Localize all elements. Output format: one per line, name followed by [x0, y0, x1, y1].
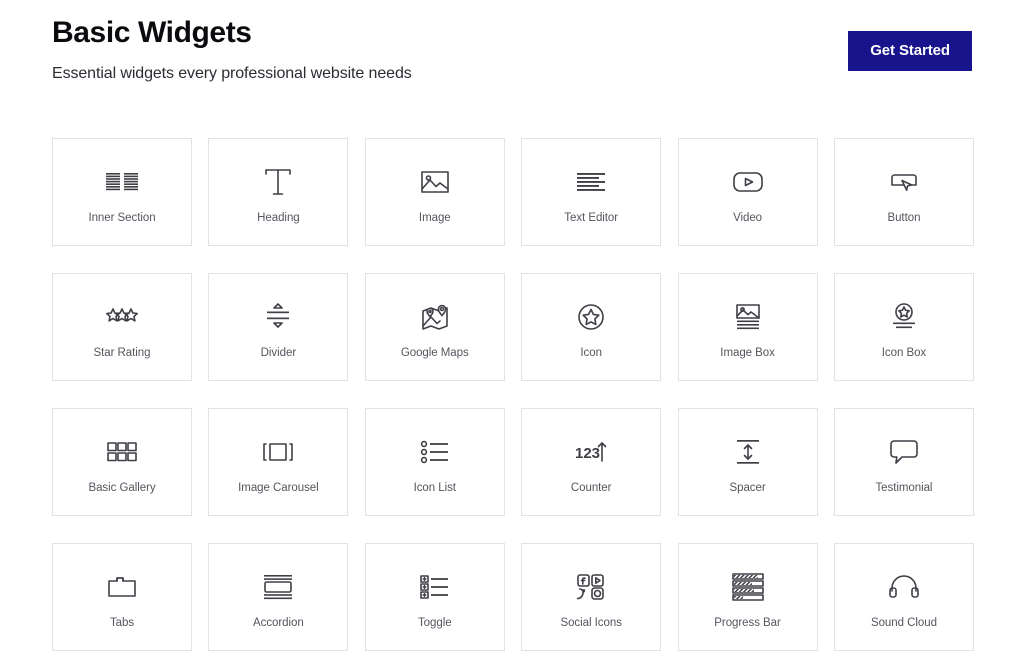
widget-card-label: Inner Section: [88, 212, 156, 224]
icon-list-icon: [413, 435, 457, 469]
widget-card-label: Star Rating: [93, 347, 151, 359]
widget-card-sound-cloud[interactable]: Sound Cloud: [833, 543, 974, 651]
divider-icon: [256, 300, 300, 334]
widget-card-inner-section[interactable]: Inner Section: [52, 138, 192, 246]
star-rating-icon: [100, 300, 144, 334]
widget-card-label: Progress Bar: [714, 617, 781, 629]
widget-card-accordion[interactable]: Accordion: [208, 543, 349, 651]
google-maps-icon: [413, 300, 457, 334]
widget-card-label: Icon List: [413, 482, 456, 494]
widget-gallery-page: Basic Widgets Essential widgets every pr…: [0, 0, 1024, 670]
widget-card-label: Tabs: [109, 617, 135, 629]
widget-card-heading[interactable]: Heading: [208, 138, 349, 246]
basic-gallery-icon: [100, 435, 144, 469]
widget-card-label: Testimonial: [875, 482, 933, 494]
widget-card-tabs[interactable]: Tabs: [52, 543, 192, 651]
widget-card-video[interactable]: Video: [677, 138, 818, 246]
widget-card-testimonial[interactable]: Testimonial: [833, 408, 974, 516]
widget-card-label: Image Carousel: [238, 482, 319, 494]
page-header: Basic Widgets Essential widgets every pr…: [52, 14, 972, 100]
video-icon: [726, 165, 770, 199]
widget-card-label: Icon Box: [881, 347, 927, 359]
widget-card-progress-bar[interactable]: Progress Bar: [677, 543, 818, 651]
widget-card-icon-box[interactable]: Icon Box: [833, 273, 974, 381]
widget-card-label: Social Icons: [560, 617, 622, 629]
widget-card-label: Counter: [570, 482, 612, 494]
inner-section-icon: [100, 165, 144, 199]
widget-card-label: Button: [887, 212, 921, 224]
page-subtitle: Essential widgets every professional web…: [52, 64, 412, 82]
widget-grid: Inner Section Heading Image Text Editor …: [52, 138, 974, 651]
widget-card-divider[interactable]: Divider: [208, 273, 349, 381]
widget-card-label: Toggle: [417, 617, 452, 629]
social-icons-icon: [569, 570, 613, 604]
svg-text:123: 123: [575, 445, 600, 462]
widget-card-button[interactable]: Button: [833, 138, 974, 246]
progress-bar-icon: [726, 570, 770, 604]
widget-card-image[interactable]: Image: [364, 138, 505, 246]
image-box-icon: [726, 300, 770, 334]
page-title: Basic Widgets: [52, 16, 252, 49]
widget-card-image-box[interactable]: Image Box: [677, 273, 818, 381]
icon-star-circle-icon: [569, 300, 613, 334]
widget-card-spacer[interactable]: Spacer: [677, 408, 818, 516]
button-icon: [882, 165, 926, 199]
heading-icon: [256, 165, 300, 199]
widget-card-icon[interactable]: Icon: [521, 273, 662, 381]
widget-card-label: Basic Gallery: [88, 482, 156, 494]
widget-card-google-maps[interactable]: Google Maps: [364, 273, 505, 381]
widget-card-icon-list[interactable]: Icon List: [364, 408, 505, 516]
widget-card-star-rating[interactable]: Star Rating: [52, 273, 192, 381]
image-carousel-icon: [256, 435, 300, 469]
widget-card-label: Video: [733, 212, 763, 224]
spacer-icon: [726, 435, 770, 469]
widget-card-label: Text Editor: [564, 212, 619, 224]
widget-card-label: Spacer: [729, 482, 766, 494]
widget-card-basic-gallery[interactable]: Basic Gallery: [52, 408, 192, 516]
counter-icon: 123: [569, 435, 613, 469]
testimonial-icon: [882, 435, 926, 469]
sound-cloud-icon: [882, 570, 926, 604]
widget-card-label: Divider: [260, 347, 297, 359]
widget-card-social-icons[interactable]: Social Icons: [521, 543, 662, 651]
toggle-icon: [413, 570, 457, 604]
text-editor-icon: [569, 165, 613, 199]
get-started-button[interactable]: Get Started: [848, 31, 972, 71]
tabs-icon: [100, 570, 144, 604]
widget-card-toggle[interactable]: Toggle: [364, 543, 505, 651]
widget-card-label: Image: [418, 212, 451, 224]
widget-card-label: Icon: [580, 347, 602, 359]
widget-card-label: Google Maps: [400, 347, 469, 359]
accordion-icon: [256, 570, 300, 604]
widget-card-label: Image Box: [720, 347, 775, 359]
icon-box-icon: [882, 300, 926, 334]
widget-card-image-carousel[interactable]: Image Carousel: [208, 408, 349, 516]
image-icon: [413, 165, 457, 199]
widget-card-label: Accordion: [253, 617, 304, 629]
widget-card-label: Sound Cloud: [870, 617, 937, 629]
widget-card-counter[interactable]: 123 Counter: [521, 408, 662, 516]
widget-card-label: Heading: [257, 212, 300, 224]
widget-card-text-editor[interactable]: Text Editor: [521, 138, 662, 246]
